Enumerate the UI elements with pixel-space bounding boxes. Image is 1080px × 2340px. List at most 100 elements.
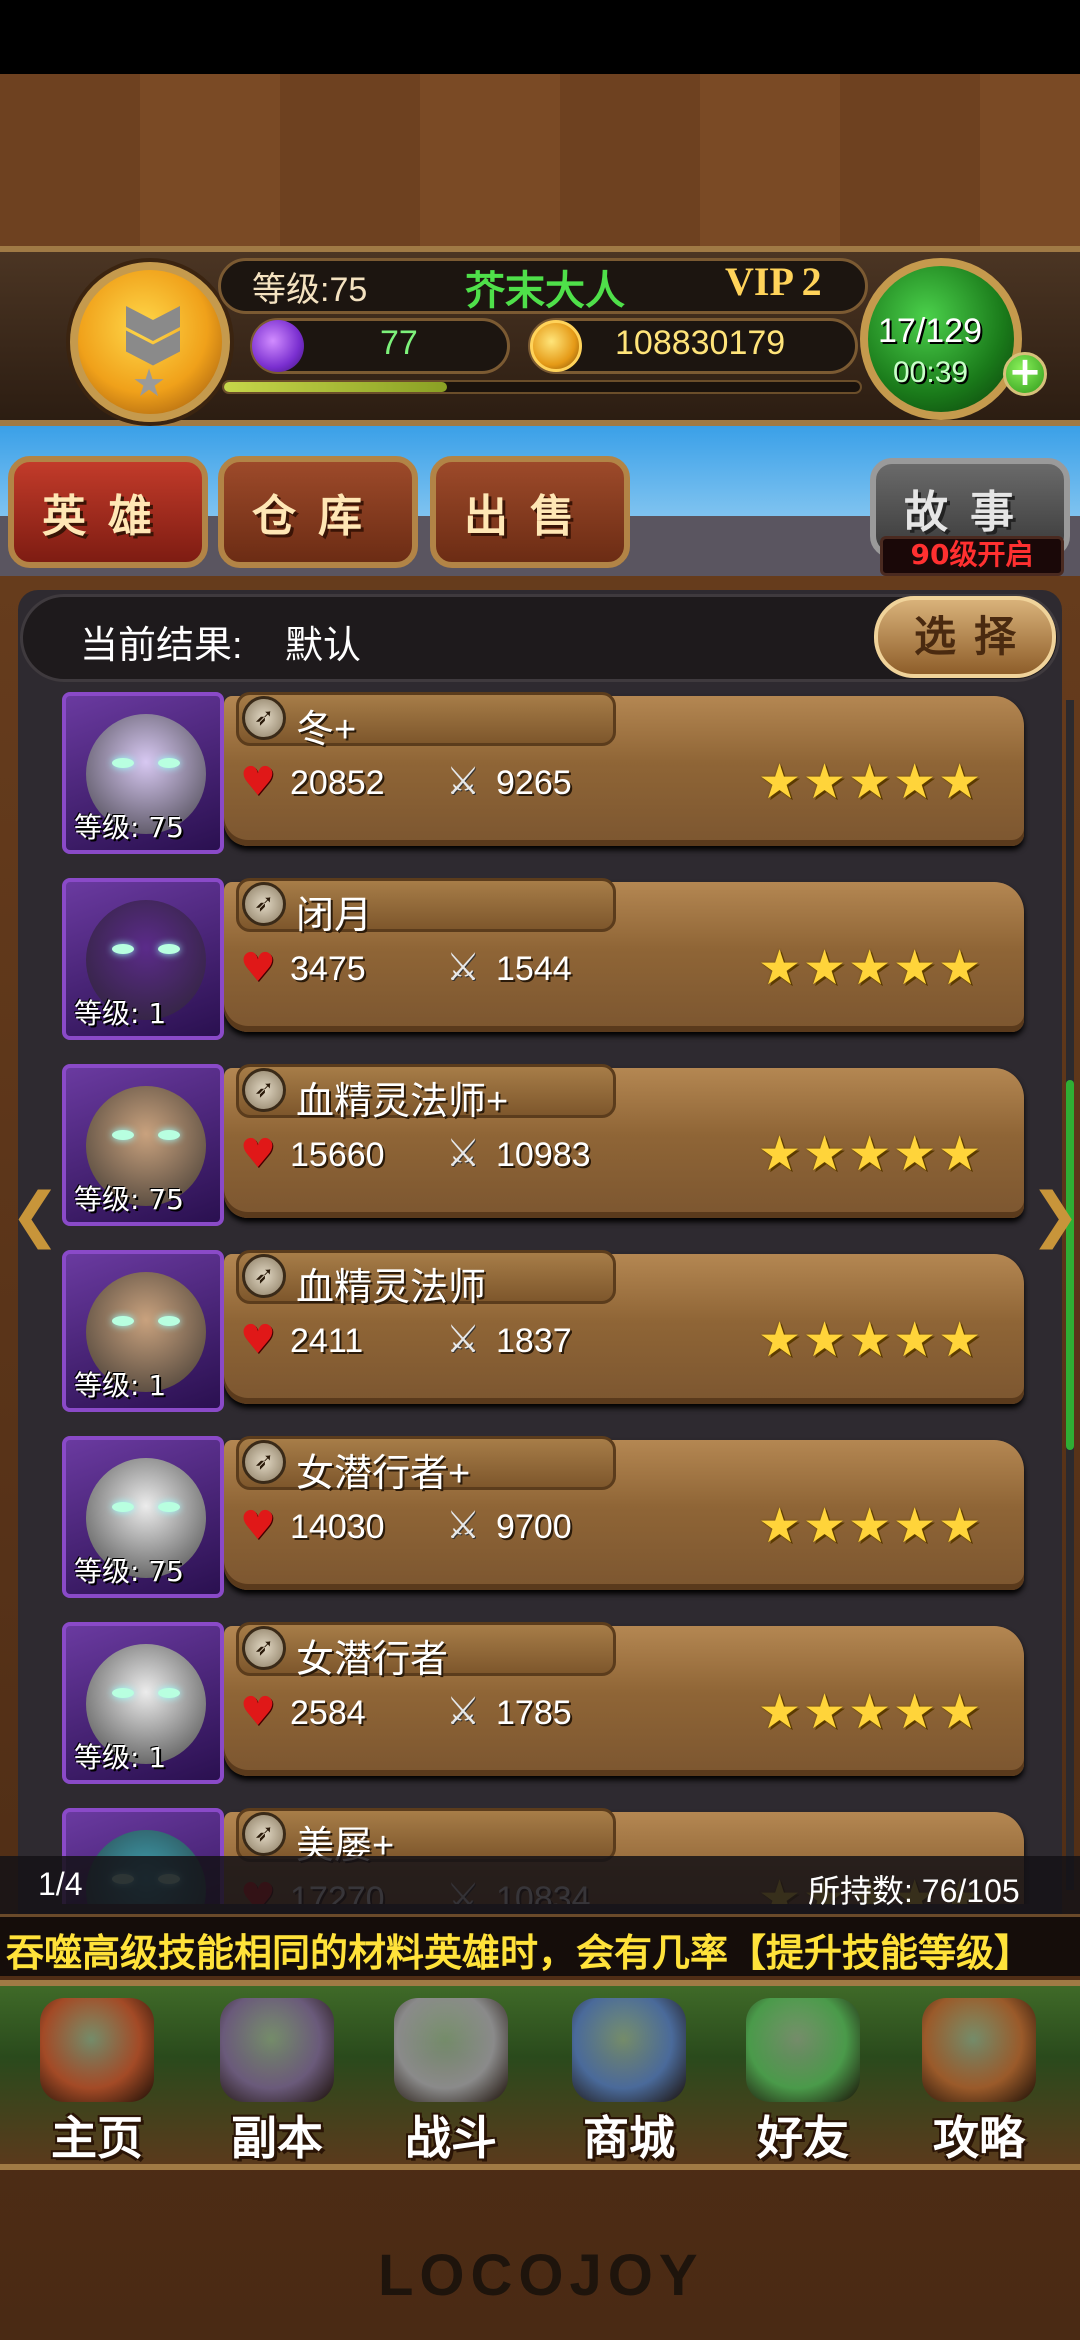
hero-level: 等级: 1: [74, 1369, 167, 1402]
hero-portrait[interactable]: 等级: 1: [62, 1250, 224, 1412]
crossed-swords-icon: ⚔: [446, 945, 481, 989]
hero-row[interactable]: 等级: 75 ➶ 冬+ ♥ 20852 ⚔ 9265 ★★★★★: [50, 692, 1030, 878]
heart-icon: ♥: [240, 945, 276, 991]
hero-level: 等级: 1: [74, 997, 167, 1030]
player-name: 芥末大人: [465, 269, 625, 313]
hero-stars: ★★★★★: [758, 1312, 984, 1368]
nav-shop[interactable]: 商城: [546, 1994, 712, 2165]
hero-row[interactable]: 等级: 75 ➶ 血精灵法师+ ♥ 15660 ⚔ 10983 ★★★★★: [50, 1064, 1030, 1250]
nav-label: 攻略: [933, 2111, 1025, 2165]
hero-attack: 1837: [496, 1322, 572, 1360]
gem-count: 77: [380, 324, 418, 362]
sword-icon: [394, 1998, 508, 2102]
tab-store[interactable]: 仓库: [218, 456, 418, 568]
heart-icon: ♥: [240, 1317, 276, 1363]
hero-hp: 2411: [290, 1322, 364, 1360]
tab-hero[interactable]: 英雄: [8, 456, 208, 568]
hero-stars: ★★★★★: [758, 1126, 984, 1182]
hero-portrait[interactable]: 等级: 75: [62, 1064, 224, 1226]
hero-name-plate: [236, 1808, 616, 1862]
next-page-arrow-icon[interactable]: ❯: [1030, 1180, 1080, 1250]
scrollbar-thumb[interactable]: [1066, 1080, 1074, 1450]
hero-eye: [158, 1502, 180, 1512]
vip-badge[interactable]: VIP 2: [725, 258, 822, 305]
skull-icon: [220, 1998, 334, 2102]
rank-star-icon: ★: [132, 361, 167, 405]
hero-row[interactable]: 等级: 75 ➶ 女潜行者+ ♥ 14030 ⚔ 9700 ★★★★★: [50, 1436, 1030, 1622]
hero-eye: [158, 944, 180, 954]
player-level: 等级:75: [252, 271, 368, 309]
locojoy-logo: LOCOJOY: [378, 2243, 704, 2308]
heart-icon: ♥: [240, 1503, 276, 1549]
rank-badge-icon[interactable]: ★: [70, 262, 230, 422]
crossed-swords-icon: ⚔: [446, 1131, 481, 1175]
story-lock-label: 90级开启: [880, 536, 1064, 576]
hero-stars: ★★★★★: [758, 940, 984, 996]
heart-icon: ♥: [240, 759, 276, 805]
tab-sell[interactable]: 出售: [430, 456, 630, 568]
heart-icon: ♥: [240, 1689, 276, 1735]
nav-label: 商城: [583, 2111, 675, 2165]
energy-timer: 00:39: [893, 356, 969, 389]
hero-name-plate: [236, 878, 616, 932]
energy-count: 17/129: [878, 312, 982, 350]
nav-sword[interactable]: 战斗: [368, 1994, 534, 2165]
hero-eye: [158, 1688, 180, 1698]
tip-text: 吞噬高级技能相同的材料英雄时，会有几率【提升技能等级】: [6, 1933, 1033, 1975]
hero-attack: 1785: [496, 1694, 572, 1732]
add-energy-button[interactable]: +: [1003, 352, 1047, 396]
hero-hp: 20852: [290, 764, 385, 802]
hero-name: 血精灵法师+: [296, 1081, 509, 1123]
hero-portrait[interactable]: 等级: 75: [62, 1436, 224, 1598]
hero-portrait[interactable]: 等级: 1: [62, 878, 224, 1040]
nav-friends[interactable]: 好友: [720, 1994, 886, 2165]
hero-eye: [112, 1130, 134, 1140]
nav-skull[interactable]: 副本: [194, 1994, 360, 2165]
nav-home[interactable]: 主页: [14, 1994, 180, 2165]
page-indicator: 1/4: [38, 1866, 83, 1902]
hero-list[interactable]: 等级: 75 ➶ 冬+ ♥ 20852 ⚔ 9265 ★★★★★ 等级: 1 ➶ 闭月 ♥ 3475 ⚔ 1…: [50, 692, 1030, 1904]
prev-page-arrow-icon[interactable]: ❮: [10, 1180, 60, 1250]
hero-row[interactable]: 等级: 1 ➶ 闭月 ♥ 3475 ⚔ 1544 ★★★★★: [50, 878, 1030, 1064]
hero-level: 等级: 75: [74, 811, 184, 844]
hero-attack: 1544: [496, 950, 572, 988]
hero-portrait[interactable]: 等级: 1: [62, 1622, 224, 1784]
hero-level: 等级: 75: [74, 1555, 184, 1588]
hero-name: 冬+: [296, 709, 357, 751]
hero-level: 等级: 75: [74, 1183, 184, 1216]
hero-name: 女潜行者: [296, 1639, 449, 1681]
dagger-icon: ➶: [242, 1440, 286, 1484]
bow-icon: ➶: [242, 696, 286, 740]
crossed-swords-icon: ⚔: [446, 759, 481, 803]
nav-book[interactable]: 攻略: [896, 1994, 1062, 2165]
nav-label: 好友: [757, 2111, 849, 2165]
hero-hp: 2584: [290, 1694, 366, 1732]
hero-eye: [158, 758, 180, 768]
hero-portrait[interactable]: 等级: 75: [62, 692, 224, 854]
filter-value: 默认: [285, 625, 362, 667]
hero-row[interactable]: 等级: 1 ➶ 女潜行者 ♥ 2584 ⚔ 1785 ★★★★★: [50, 1622, 1030, 1808]
hero-stars: ★★★★★: [758, 1684, 984, 1740]
hero-eye: [112, 758, 134, 768]
hero-hp: 14030: [290, 1508, 385, 1546]
nav-label: 主页: [51, 2111, 143, 2165]
gold-count: 108830179: [615, 324, 786, 362]
hero-stars: ★★★★★: [758, 754, 984, 810]
hero-row[interactable]: 等级: 1 ➶ 血精灵法师 ♥ 2411 ⚔ 1837 ★★★★★: [50, 1250, 1030, 1436]
select-button[interactable]: 选择: [874, 596, 1056, 678]
hero-eye: [112, 944, 134, 954]
hero-hp: 3475: [290, 950, 366, 988]
book-icon: [922, 1998, 1036, 2102]
hero-hp: 15660: [290, 1136, 385, 1174]
bow-icon: ➶: [242, 1812, 286, 1856]
hero-name-plate: [236, 692, 616, 746]
nav-label: 战斗: [405, 2111, 497, 2165]
crossed-swords-icon: ⚔: [446, 1503, 481, 1547]
wood-banner: [0, 74, 1080, 250]
staff-icon: ➶: [242, 1254, 286, 1298]
exp-bar-fill: [224, 382, 447, 392]
hero-eye: [112, 1688, 134, 1698]
crossed-swords-icon: ⚔: [446, 1689, 481, 1733]
hero-eye: [112, 1316, 134, 1326]
hero-attack: 10983: [496, 1136, 591, 1174]
